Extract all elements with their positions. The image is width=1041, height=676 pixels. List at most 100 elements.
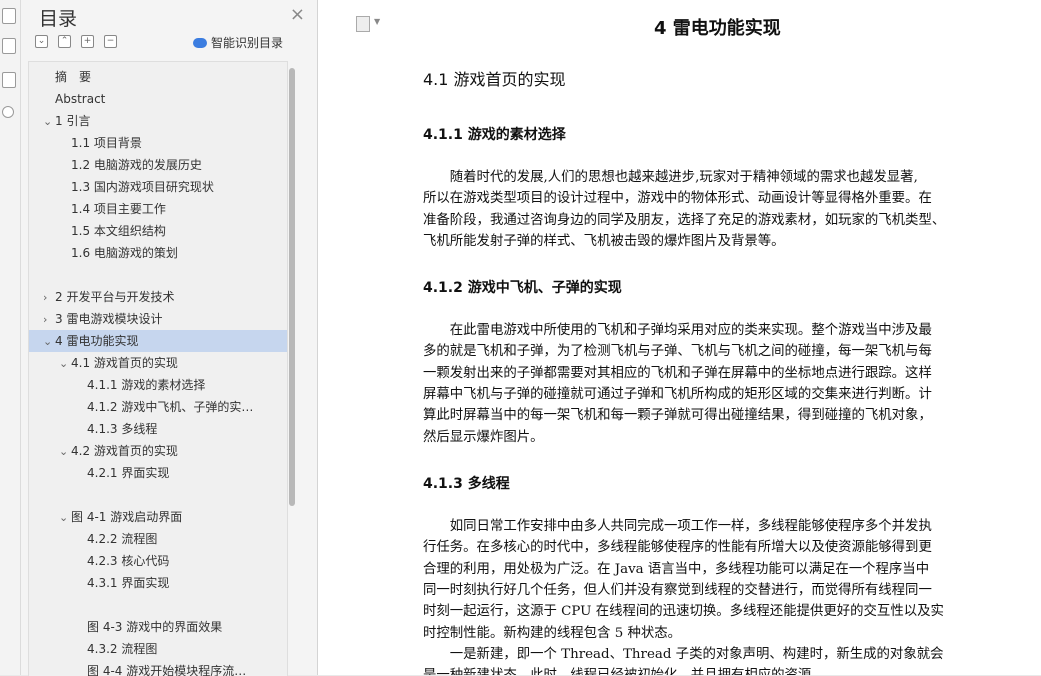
toc-item-label: Abstract bbox=[55, 92, 106, 106]
paragraph-line: 多的就是飞机和子弹，为了检测飞机与子弹、飞机与飞机之间的碰撞，每一架飞机与每 bbox=[423, 344, 932, 360]
toc-item[interactable]: 1.4 项目主要工作 bbox=[29, 198, 287, 220]
paragraph-line: 准备阶段，我通过咨询身边的同学及朋友，选择了充足的游戏素材，如玩家的飞机类型、 bbox=[423, 212, 946, 228]
paragraph-line: 在此雷电游戏中所使用的飞机和子弹均采用对应的类来实现。整个游戏当中涉及最 bbox=[423, 323, 932, 338]
chevron-icon[interactable]: ⌄ bbox=[59, 507, 71, 529]
toc-item-label: 1.1 项目背景 bbox=[71, 136, 142, 150]
toc-item-label: 1.4 项目主要工作 bbox=[71, 202, 166, 216]
toc-list: 摘 要 Abstract ⌄ 1 引言 1.1 项目背景 1.2 电脑游戏的发展历史 1.3… bbox=[28, 61, 288, 676]
paragraph-line: 一是新建，即一个 Thread、Thread 子类的对象声明、构建时，新生成的对… bbox=[423, 646, 944, 662]
add-entry-icon[interactable]: + bbox=[81, 35, 94, 48]
toc-item-label: 1 引言 bbox=[55, 114, 91, 128]
toc-item[interactable]: ⌄ 1 引言 bbox=[29, 110, 287, 132]
cloud-icon bbox=[192, 37, 207, 48]
toc-item[interactable]: 1.5 本文组织结构 bbox=[29, 220, 287, 242]
toc-item[interactable]: 4.2.2 流程图 bbox=[29, 528, 287, 550]
toc-item-label: 4.2.2 流程图 bbox=[87, 532, 158, 546]
paragraph-line: 一颗发射出来的子弹都需要对其相应的飞机和子弹在屏幕中的坐标地点进行跟踪。这样 bbox=[423, 365, 932, 381]
subsection-title: 4.1.1 游戏的素材选择 bbox=[423, 127, 566, 143]
toc-item[interactable]: ⌄ 4.2 游戏首页的实现 bbox=[29, 440, 287, 462]
toc-item[interactable]: 1.2 电脑游戏的发展历史 bbox=[29, 154, 287, 176]
collapse-all-icon[interactable]: ⌃ bbox=[58, 35, 71, 48]
paragraph-line: 随着时代的发展,人们的思想也越来越进步,玩家对于精神领域的需求也越发显著, bbox=[423, 170, 918, 185]
toc-item-label: 4.2 游戏首页的实现 bbox=[71, 444, 178, 458]
toc-item[interactable]: 图 4-4 游戏开始模块程序流… bbox=[29, 660, 287, 676]
paragraph-line: 然后显示爆炸图片。 bbox=[423, 429, 544, 445]
toc-item[interactable]: ⌄ 4 雷电功能实现 bbox=[29, 330, 287, 352]
toc-item-label: 1.5 本文组织结构 bbox=[71, 224, 166, 238]
paragraph-line: 所以在游戏类型项目的设计过程中，游戏中的物体形式、动画设计等显得格外重要。在 bbox=[423, 191, 932, 207]
toc-item-label: 4.2.3 核心代码 bbox=[87, 554, 170, 568]
close-icon[interactable]: × bbox=[290, 4, 305, 25]
toc-item-label: 4.3.2 流程图 bbox=[87, 642, 158, 656]
toc-item-label: 4.1 游戏首页的实现 bbox=[71, 356, 178, 370]
paragraph-line: 飞机所能发射子弹的样式、飞机被击毁的爆炸图片及背景等。 bbox=[423, 233, 785, 249]
toc-item-label: 4.1.3 多线程 bbox=[87, 422, 158, 436]
chevron-icon[interactable]: ⌄ bbox=[43, 111, 55, 133]
toc-item-label: 4 雷电功能实现 bbox=[55, 334, 139, 348]
chapter-title: 4 雷电功能实现 bbox=[654, 18, 781, 39]
toc-item[interactable]: 4.2.1 界面实现 bbox=[29, 462, 287, 484]
toc-item-label: 4.1.1 游戏的素材选择 bbox=[87, 378, 206, 392]
toc-toolbar: ⌄ ⌃ + − bbox=[35, 35, 117, 49]
toc-item-label: 4.3.1 界面实现 bbox=[87, 576, 170, 590]
paragraph-line: 行任务。在多核心的时代中，多线程能够使程序的性能有所增大以及使资源能够得到更 bbox=[423, 540, 932, 556]
toc-item-label: 4.1.2 游戏中飞机、子弹的实… bbox=[87, 400, 254, 414]
toc-item-label: 摘 要 bbox=[55, 70, 92, 84]
paragraph-line: 合理的利用，用处极为广泛。在 Java 语言当中，多线程功能可以满足在一个程序当… bbox=[423, 561, 930, 577]
document-icon[interactable] bbox=[356, 16, 370, 32]
toc-item[interactable]: Abstract bbox=[29, 88, 287, 110]
chevron-icon[interactable]: › bbox=[43, 309, 55, 331]
paragraph-line: 算此时屏幕当中的每一架飞机和每一颗子弹就可得出碰撞结果，得到碰撞的飞机对象， bbox=[423, 408, 932, 424]
toc-item-label: 1.3 国内游戏项目研究现状 bbox=[71, 180, 214, 194]
chevron-icon[interactable]: ⌄ bbox=[59, 353, 71, 375]
toc-item[interactable]: › 2 开发平台与开发技术 bbox=[29, 286, 287, 308]
toc-item[interactable]: 4.2.3 核心代码 bbox=[29, 550, 287, 572]
paragraph-line: 屏幕中飞机与子弹的碰撞就可通过子弹和飞机所构成的矩形区域的交集来进行判断。计 bbox=[423, 386, 932, 402]
toc-panel: 目录 × ⌄ ⌃ + − 智能识别目录 摘 要 Abstract ⌄ 1 引言 1.1 … bbox=[21, 0, 318, 676]
chevron-icon[interactable]: › bbox=[43, 287, 55, 309]
toc-item[interactable]: 1.3 国内游戏项目研究现状 bbox=[29, 176, 287, 198]
toc-item[interactable]: 1.6 电脑游戏的策划 bbox=[29, 242, 287, 264]
pages-icon[interactable] bbox=[2, 8, 16, 24]
toc-item[interactable]: 4.1.2 游戏中飞机、子弹的实… bbox=[29, 396, 287, 418]
paragraph-line: 时控制性能。新构建的线程包含 5 种状态。 bbox=[423, 625, 682, 641]
bookmark-icon[interactable] bbox=[2, 72, 16, 88]
toc-item[interactable]: 4.1.1 游戏的素材选择 bbox=[29, 374, 287, 396]
toc-item[interactable]: ⌄ 4.1 游戏首页的实现 bbox=[29, 352, 287, 374]
left-icon-strip bbox=[0, 0, 21, 675]
search-icon[interactable] bbox=[2, 106, 14, 118]
toc-title: 目录 bbox=[39, 8, 78, 30]
toc-item-label: 图 4-3 游戏中的界面效果 bbox=[87, 620, 223, 634]
chevron-icon[interactable]: ⌄ bbox=[59, 441, 71, 463]
remove-entry-icon[interactable]: − bbox=[104, 35, 117, 48]
outline-icon[interactable] bbox=[2, 38, 16, 54]
toc-item-label: 1.6 电脑游戏的策划 bbox=[71, 246, 178, 260]
toc-item[interactable]: 1.1 项目背景 bbox=[29, 132, 287, 154]
paragraph-line: 时刻一起运行，这源于 CPU 在线程间的迅速切换。多线程还能提供更好的交互性以及… bbox=[423, 604, 944, 620]
smart-toc-button[interactable]: 智能识别目录 bbox=[192, 34, 283, 51]
subsection-title: 4.1.2 游戏中飞机、子弹的实现 bbox=[423, 280, 622, 296]
chevron-icon[interactable]: ⌄ bbox=[43, 331, 55, 353]
chevron-down-icon[interactable]: ▼ bbox=[374, 17, 380, 26]
subsection-title: 4.1.3 多线程 bbox=[423, 476, 510, 492]
toc-item-label: 3 雷电游戏模块设计 bbox=[55, 312, 163, 326]
toc-item[interactable]: ⌄ 图 4-1 游戏启动界面 bbox=[29, 506, 287, 528]
toc-item[interactable]: › 3 雷电游戏模块设计 bbox=[29, 308, 287, 330]
toc-item-label: 图 4-4 游戏开始模块程序流… bbox=[87, 664, 247, 676]
section-title: 4.1 游戏首页的实现 bbox=[423, 70, 566, 89]
paragraph-line: 是一种新建状态。此时，线程已经被初始化，并且拥有相应的资源 bbox=[423, 665, 811, 675]
paragraph-line: 如同日常工作安排中由多人共同完成一项工作一样，多线程能够使程序多个并发执 bbox=[423, 519, 932, 534]
toc-item[interactable]: 图 4-3 游戏中的界面效果 bbox=[29, 616, 287, 638]
toc-item-label: 图 4-1 游戏启动界面 bbox=[71, 510, 183, 524]
toc-item[interactable]: 4.1.3 多线程 bbox=[29, 418, 287, 440]
toc-item[interactable]: 4.3.2 流程图 bbox=[29, 638, 287, 660]
toc-item-label: 1.2 电脑游戏的发展历史 bbox=[71, 158, 202, 172]
toc-item-label: 4.2.1 界面实现 bbox=[87, 466, 170, 480]
toc-item[interactable]: 4.3.1 界面实现 bbox=[29, 572, 287, 594]
smart-toc-label: 智能识别目录 bbox=[210, 36, 283, 50]
document-page: ▼ 4 雷电功能实现 4.1 游戏首页的实现 4.1.1 游戏的素材选择 随着时… bbox=[318, 0, 1041, 675]
toc-item[interactable]: 摘 要 bbox=[29, 66, 287, 88]
toc-scrollbar[interactable] bbox=[289, 68, 295, 506]
paragraph-line: 同一时刻执行好几个任务，但人们并没有察觉到线程的交替进行，而觉得所有线程同一 bbox=[423, 582, 932, 598]
expand-all-icon[interactable]: ⌄ bbox=[35, 35, 48, 48]
